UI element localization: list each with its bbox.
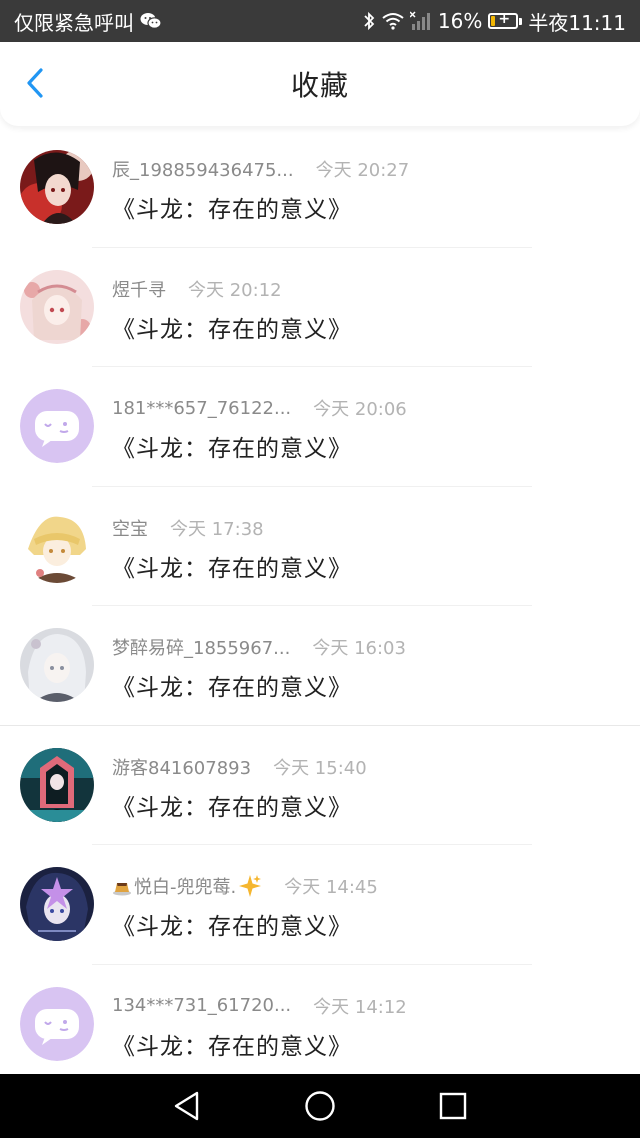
timestamp: 今天 14:12 <box>313 996 407 1018</box>
nav-home-button[interactable] <box>302 1088 338 1124</box>
circle-home-icon <box>305 1091 335 1121</box>
favorite-list-item[interactable]: 梦醉易碎_1855967... 今天 16:03 《斗龙：存在的意义》 <box>0 606 640 726</box>
timestamp: 今天 15:40 <box>273 757 367 779</box>
avatar[interactable] <box>20 986 94 1061</box>
favorite-list-item[interactable]: 空宝 今天 17:38 《斗龙：存在的意义》 <box>0 487 640 606</box>
favorites-list: 辰_198859436475... 今天 20:27 《斗龙：存在的意义》 煜千寻 今天… <box>0 128 640 1084</box>
favorite-list-item[interactable]: 181***657_76122... 今天 20:06 《斗龙：存在的意义》 <box>0 367 640 487</box>
favorite-title[interactable]: 《斗龙：存在的意义》 <box>112 429 352 463</box>
item-meta: 梦醉易碎_1855967... 今天 16:03 <box>112 634 406 660</box>
timestamp: 今天 17:38 <box>170 518 264 540</box>
favorite-title[interactable]: 《斗龙：存在的意义》 <box>112 549 352 583</box>
username[interactable]: 游客841607893 <box>112 754 251 780</box>
carrier-text: 仅限紧急呼叫 <box>14 10 134 35</box>
battery-icon: + <box>488 11 523 29</box>
avatar[interactable] <box>20 867 94 941</box>
status-right: 16% + 半夜11:11 <box>362 7 626 36</box>
item-meta: 游客841607893 今天 15:40 <box>112 754 367 780</box>
timestamp: 今天 20:27 <box>315 160 410 181</box>
sparkle-icon <box>236 874 262 898</box>
nav-back-button[interactable] <box>169 1088 205 1124</box>
avatar[interactable] <box>20 269 94 344</box>
battery-percent: 16% <box>437 9 483 33</box>
wechat-icon <box>140 12 162 30</box>
square-recent-icon <box>440 1092 467 1120</box>
item-meta: 134***731_61720... 今天 14:12 <box>112 993 407 1019</box>
chevron-left-icon <box>25 67 45 103</box>
status-bar: 仅限紧急呼叫 16% + 半夜11:11 <box>0 0 640 42</box>
favorite-list-item[interactable]: 悦白-兜兜莓. 今天 14:45 《斗龙：存在的意义》 <box>0 845 640 965</box>
favorite-title[interactable]: 《斗龙：存在的意义》 <box>112 668 352 702</box>
bluetooth-icon <box>362 11 376 31</box>
item-meta: 悦白-兜兜莓. 今天 14:45 <box>112 873 378 899</box>
battery-body: + <box>488 11 519 29</box>
item-meta: 辰_198859436475... 今天 20:27 <box>112 156 409 182</box>
timestamp: 今天 20:06 <box>313 399 407 420</box>
pudding-icon <box>112 876 134 897</box>
avatar[interactable] <box>20 747 94 822</box>
timestamp: 今天 14:45 <box>284 877 378 898</box>
item-meta: 煜千寻 今天 20:12 <box>112 276 282 302</box>
signal-icon <box>409 11 432 31</box>
favorite-list-item[interactable]: 游客841607893 今天 15:40 《斗龙：存在的意义》 <box>0 726 640 845</box>
battery-fill <box>491 16 496 26</box>
clock: 半夜11:11 <box>528 10 626 35</box>
favorite-title[interactable]: 《斗龙：存在的意义》 <box>112 907 352 941</box>
back-button[interactable] <box>18 68 52 102</box>
username[interactable]: 空宝 <box>112 515 148 541</box>
avatar[interactable] <box>20 628 94 702</box>
battery-plus: + <box>498 11 511 27</box>
favorite-list-item[interactable]: 134***731_61720... 今天 14:12 《斗龙：存在的意义》 <box>0 965 640 1084</box>
avatar[interactable] <box>20 508 94 583</box>
avatar[interactable] <box>20 150 94 224</box>
triangle-back-icon <box>174 1091 198 1121</box>
username[interactable]: 134***731_61720... <box>112 995 291 1016</box>
favorite-list-item[interactable]: 煜千寻 今天 20:12 《斗龙：存在的意义》 <box>0 248 640 367</box>
username[interactable]: 煜千寻 <box>112 276 166 302</box>
item-meta: 181***657_76122... 今天 20:06 <box>112 395 407 421</box>
avatar[interactable] <box>20 389 94 463</box>
favorite-title[interactable]: 《斗龙：存在的意义》 <box>112 310 352 344</box>
wifi-icon <box>382 12 404 30</box>
username[interactable]: 181***657_76122... <box>112 398 291 419</box>
status-left: 仅限紧急呼叫 <box>14 7 162 36</box>
favorite-title[interactable]: 《斗龙：存在的意义》 <box>112 788 352 822</box>
battery-tip <box>519 17 523 25</box>
app-header: 收藏 <box>0 42 640 126</box>
username[interactable]: 辰_198859436475... <box>112 156 294 182</box>
favorite-title[interactable]: 《斗龙：存在的意义》 <box>112 1027 352 1061</box>
favorite-list-item[interactable]: 辰_198859436475... 今天 20:27 《斗龙：存在的意义》 <box>0 128 640 248</box>
username[interactable]: 悦白-兜兜莓. <box>134 873 236 899</box>
timestamp: 今天 20:12 <box>188 279 282 301</box>
nav-recent-button[interactable] <box>435 1088 471 1124</box>
navigation-bar <box>0 1074 640 1138</box>
username[interactable]: 梦醉易碎_1855967... <box>112 634 290 660</box>
timestamp: 今天 16:03 <box>312 638 406 659</box>
item-meta: 空宝 今天 17:38 <box>112 515 264 541</box>
page-title: 收藏 <box>290 69 349 102</box>
favorite-title[interactable]: 《斗龙：存在的意义》 <box>112 190 352 224</box>
